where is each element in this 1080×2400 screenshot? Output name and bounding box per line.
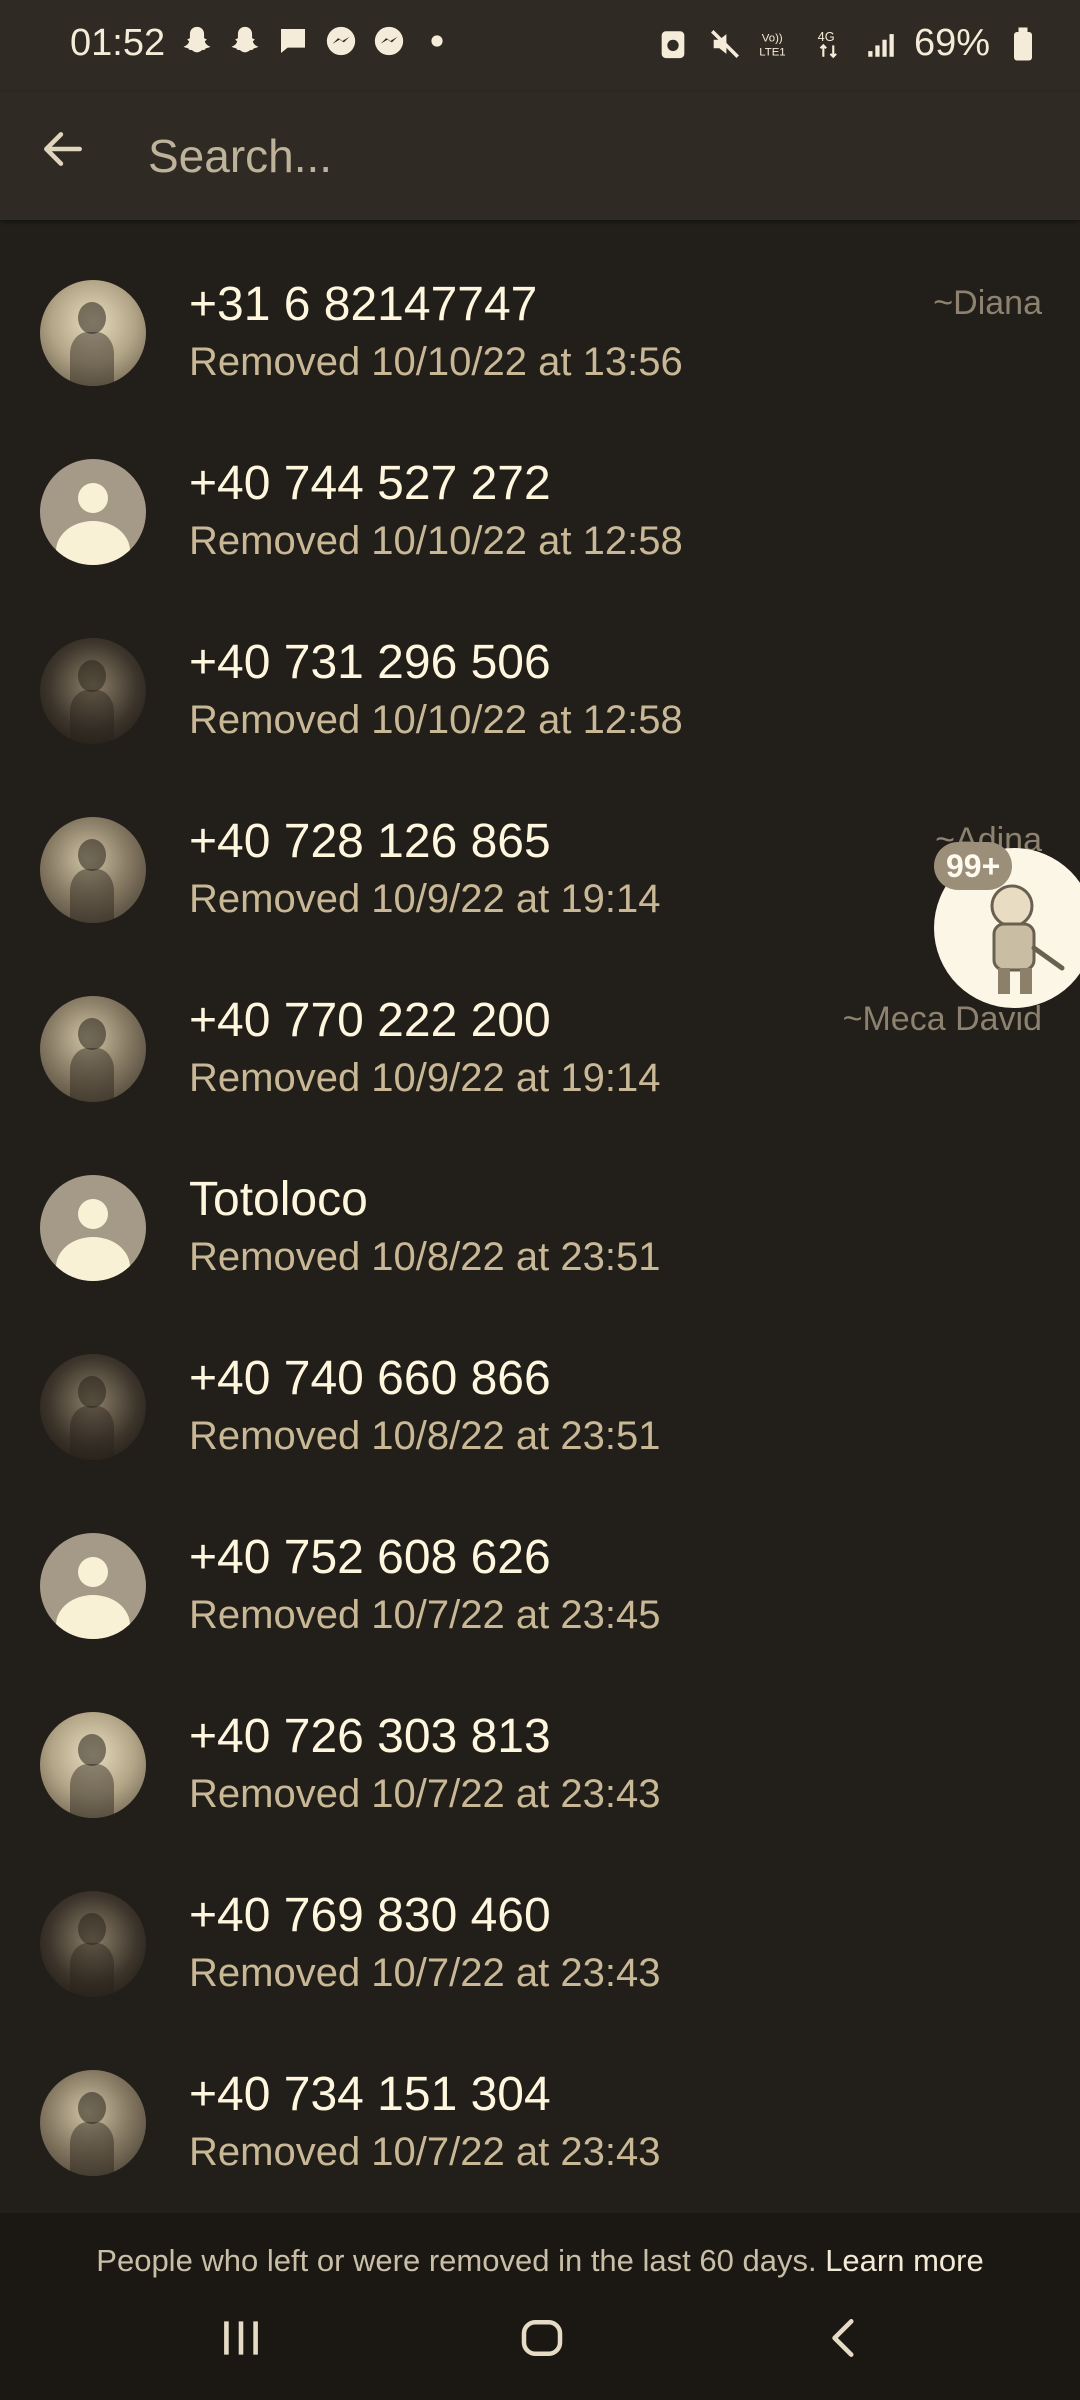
- removed-timestamp: Removed 10/7/22 at 23:45: [189, 1593, 661, 1637]
- contact-name: +40 740 660 866: [189, 1352, 551, 1405]
- snapchat-icon: [226, 22, 264, 60]
- search-input[interactable]: [146, 120, 1010, 192]
- contact-avatar: [40, 638, 146, 744]
- contact-avatar: [40, 280, 146, 386]
- svg-text:LTE1: LTE1: [759, 46, 785, 58]
- default-avatar-icon: [40, 1533, 146, 1639]
- removed-timestamp: Removed 10/9/22 at 19:14: [189, 1056, 661, 1100]
- removed-timestamp: Removed 10/7/22 at 23:43: [189, 2130, 661, 2174]
- default-avatar-icon: [40, 1175, 146, 1281]
- home-icon: [521, 2320, 563, 2356]
- removed-timestamp: Removed 10/9/22 at 19:14: [189, 877, 661, 921]
- contact-avatar: [40, 2070, 146, 2176]
- network-type-label: 4G: [818, 29, 835, 44]
- contact-name: +40 731 296 506: [189, 636, 551, 689]
- removed-timestamp: Removed 10/10/22 at 12:58: [189, 698, 683, 742]
- removed-timestamp: Removed 10/7/22 at 23:43: [189, 1951, 661, 1995]
- list-item[interactable]: +40 731 296 506 Removed 10/10/22 at 12:5…: [0, 578, 1080, 757]
- status-bar: 01:52 Vo)) LTE1 4G 69%: [0, 0, 1080, 92]
- contact-name: Totoloco: [189, 1173, 368, 1226]
- contact-pushname: ~Diana: [933, 284, 1042, 322]
- list-item[interactable]: +40 728 126 865 Removed 10/9/22 at 19:14…: [0, 757, 1080, 936]
- home-button[interactable]: [497, 2308, 587, 2368]
- list-item[interactable]: +40 726 303 813 Removed 10/7/22 at 23:43: [0, 1652, 1080, 1831]
- arrow-back-icon: [44, 132, 82, 166]
- recents-button[interactable]: [196, 2308, 286, 2368]
- list-item[interactable]: +40 744 527 272 Removed 10/10/22 at 12:5…: [0, 399, 1080, 578]
- list-item[interactable]: +40 770 222 200 Removed 10/9/22 at 19:14…: [0, 936, 1080, 1115]
- unread-count-badge: 99+: [934, 842, 1013, 890]
- snapchat-icon: [178, 22, 216, 60]
- removed-timestamp: Removed 10/10/22 at 12:58: [189, 519, 683, 563]
- mute-icon: [706, 25, 744, 63]
- contact-avatar: [40, 817, 146, 923]
- contact-name: +40 769 830 460: [189, 1889, 551, 1942]
- volte-icon: Vo)) LTE1: [758, 25, 796, 63]
- list-item[interactable]: +40 734 151 304 Removed 10/7/22 at 23:43: [0, 2010, 1080, 2189]
- back-button[interactable]: [30, 116, 96, 182]
- contact-avatar: [40, 1354, 146, 1460]
- svg-text:Vo)): Vo)): [762, 32, 783, 44]
- removed-timestamp: Removed 10/8/22 at 23:51: [189, 1235, 661, 1279]
- removed-participants-list: +31 6 82147747 Removed 10/10/22 at 13:56…: [0, 220, 1080, 2189]
- contact-name: +40 728 126 865: [189, 815, 551, 868]
- notification-icons: [178, 22, 456, 60]
- list-item[interactable]: +40 769 830 460 Removed 10/7/22 at 23:43: [0, 1831, 1080, 2010]
- contact-avatar: [40, 1891, 146, 1997]
- contact-name: +31 6 82147747: [189, 278, 538, 331]
- contact-avatar: [40, 1712, 146, 1818]
- list-item[interactable]: Totoloco Removed 10/8/22 at 23:51: [0, 1115, 1080, 1294]
- status-time: 01:52: [70, 22, 166, 64]
- contact-name: +40 734 151 304: [189, 2068, 551, 2121]
- more-notifications-dot-icon: [418, 22, 456, 60]
- contact-avatar: [40, 996, 146, 1102]
- list-item[interactable]: +31 6 82147747 Removed 10/10/22 at 13:56…: [0, 220, 1080, 399]
- status-right: Vo)) LTE1 4G 69%: [654, 22, 1042, 65]
- recents-icon: [224, 2321, 258, 2355]
- signal-icon: [862, 25, 900, 63]
- system-nav-bar: [0, 2270, 1080, 2400]
- chevron-left-icon: [832, 2319, 854, 2357]
- removed-timestamp: Removed 10/10/22 at 13:56: [189, 340, 683, 384]
- removed-timestamp: Removed 10/7/22 at 23:43: [189, 1772, 661, 1816]
- contact-name: +40 744 527 272: [189, 457, 551, 510]
- removed-timestamp: Removed 10/8/22 at 23:51: [189, 1414, 661, 1458]
- contact-name: +40 726 303 813: [189, 1710, 551, 1763]
- messenger-icon: [322, 22, 360, 60]
- network-type-icon: 4G: [810, 25, 848, 63]
- app-bar: [0, 92, 1080, 220]
- default-avatar-icon: [40, 459, 146, 565]
- messenger-icon: [370, 22, 408, 60]
- battery-percent: 69%: [913, 22, 990, 64]
- contact-name: +40 770 222 200: [189, 994, 551, 1047]
- message-icon: [274, 22, 312, 60]
- list-item[interactable]: +40 752 608 626 Removed 10/7/22 at 23:45: [0, 1473, 1080, 1652]
- battery-icon: [1004, 25, 1042, 63]
- nav-back-button[interactable]: [800, 2308, 890, 2368]
- data-saver-icon: [654, 25, 692, 63]
- contact-name: +40 752 608 626: [189, 1531, 551, 1584]
- list-item[interactable]: +40 740 660 866 Removed 10/8/22 at 23:51: [0, 1294, 1080, 1473]
